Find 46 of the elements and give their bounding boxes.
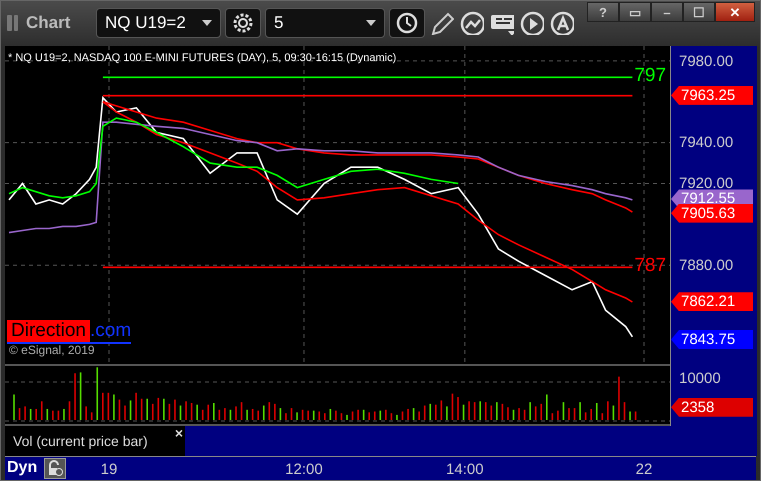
volume-tag: 2358	[671, 398, 753, 417]
axis-label: 14:00	[446, 460, 484, 478]
pencil-icon	[430, 11, 454, 36]
settings-button[interactable]	[225, 8, 261, 38]
draw-button[interactable]	[429, 11, 455, 36]
axis-label: 22	[636, 460, 652, 478]
level-label: 787	[634, 256, 666, 276]
pane-label: Vol (current price bar)	[13, 432, 148, 449]
symbol-dropdown[interactable]: NQ U19=2	[96, 8, 221, 38]
play-icon	[520, 11, 544, 36]
alert-button[interactable]	[549, 11, 575, 36]
time-button[interactable]	[389, 8, 425, 38]
lock-clock-icon	[47, 460, 63, 476]
close-button[interactable]: ✕	[715, 2, 755, 22]
level-label: 797	[634, 66, 666, 86]
logo: Direction .com	[7, 320, 132, 344]
axis-label: 7880.00	[679, 256, 734, 274]
axis-label: 12:00	[285, 460, 323, 478]
close-button[interactable]: ×	[174, 426, 183, 440]
axis-label: 10000	[679, 370, 721, 387]
axis-label: 7980.00	[679, 52, 734, 70]
line-chart-icon	[460, 11, 484, 36]
window-title: Chart	[26, 13, 72, 34]
price-tag: 7963.25	[671, 86, 753, 105]
caret-icon	[202, 20, 212, 26]
grip-icon[interactable]	[7, 15, 18, 32]
restore-button[interactable]: ▭	[619, 2, 651, 22]
axis-label: 7940.00	[679, 134, 734, 152]
play-button[interactable]	[519, 11, 545, 36]
gear-icon	[232, 12, 254, 34]
interval-dropdown[interactable]: 5	[265, 8, 385, 38]
clock-icon	[396, 12, 418, 34]
price-tag: 7905.63	[671, 204, 753, 223]
mode-label: Dyn	[7, 458, 38, 477]
axis-label: 19	[100, 460, 118, 478]
help-button[interactable]: ?	[587, 2, 619, 22]
copyright-text: © eSignal, 2019	[9, 342, 95, 357]
minimize-button[interactable]: –	[651, 2, 683, 22]
price-tag: 7862.21	[671, 292, 753, 312]
chart-header: * NQ U19=2, NASDAQ 100 E-MINI FUTURES (DAY), 5, 09:30-16:15 (Dynamic)	[8, 52, 396, 64]
lock-button[interactable]	[44, 458, 66, 479]
price-tag: 7843.75	[671, 330, 753, 350]
studies-button[interactable]	[459, 11, 485, 36]
circled-a-icon	[550, 11, 574, 36]
caret-icon	[366, 20, 376, 26]
maximize-button[interactable]: ☐	[683, 2, 715, 22]
